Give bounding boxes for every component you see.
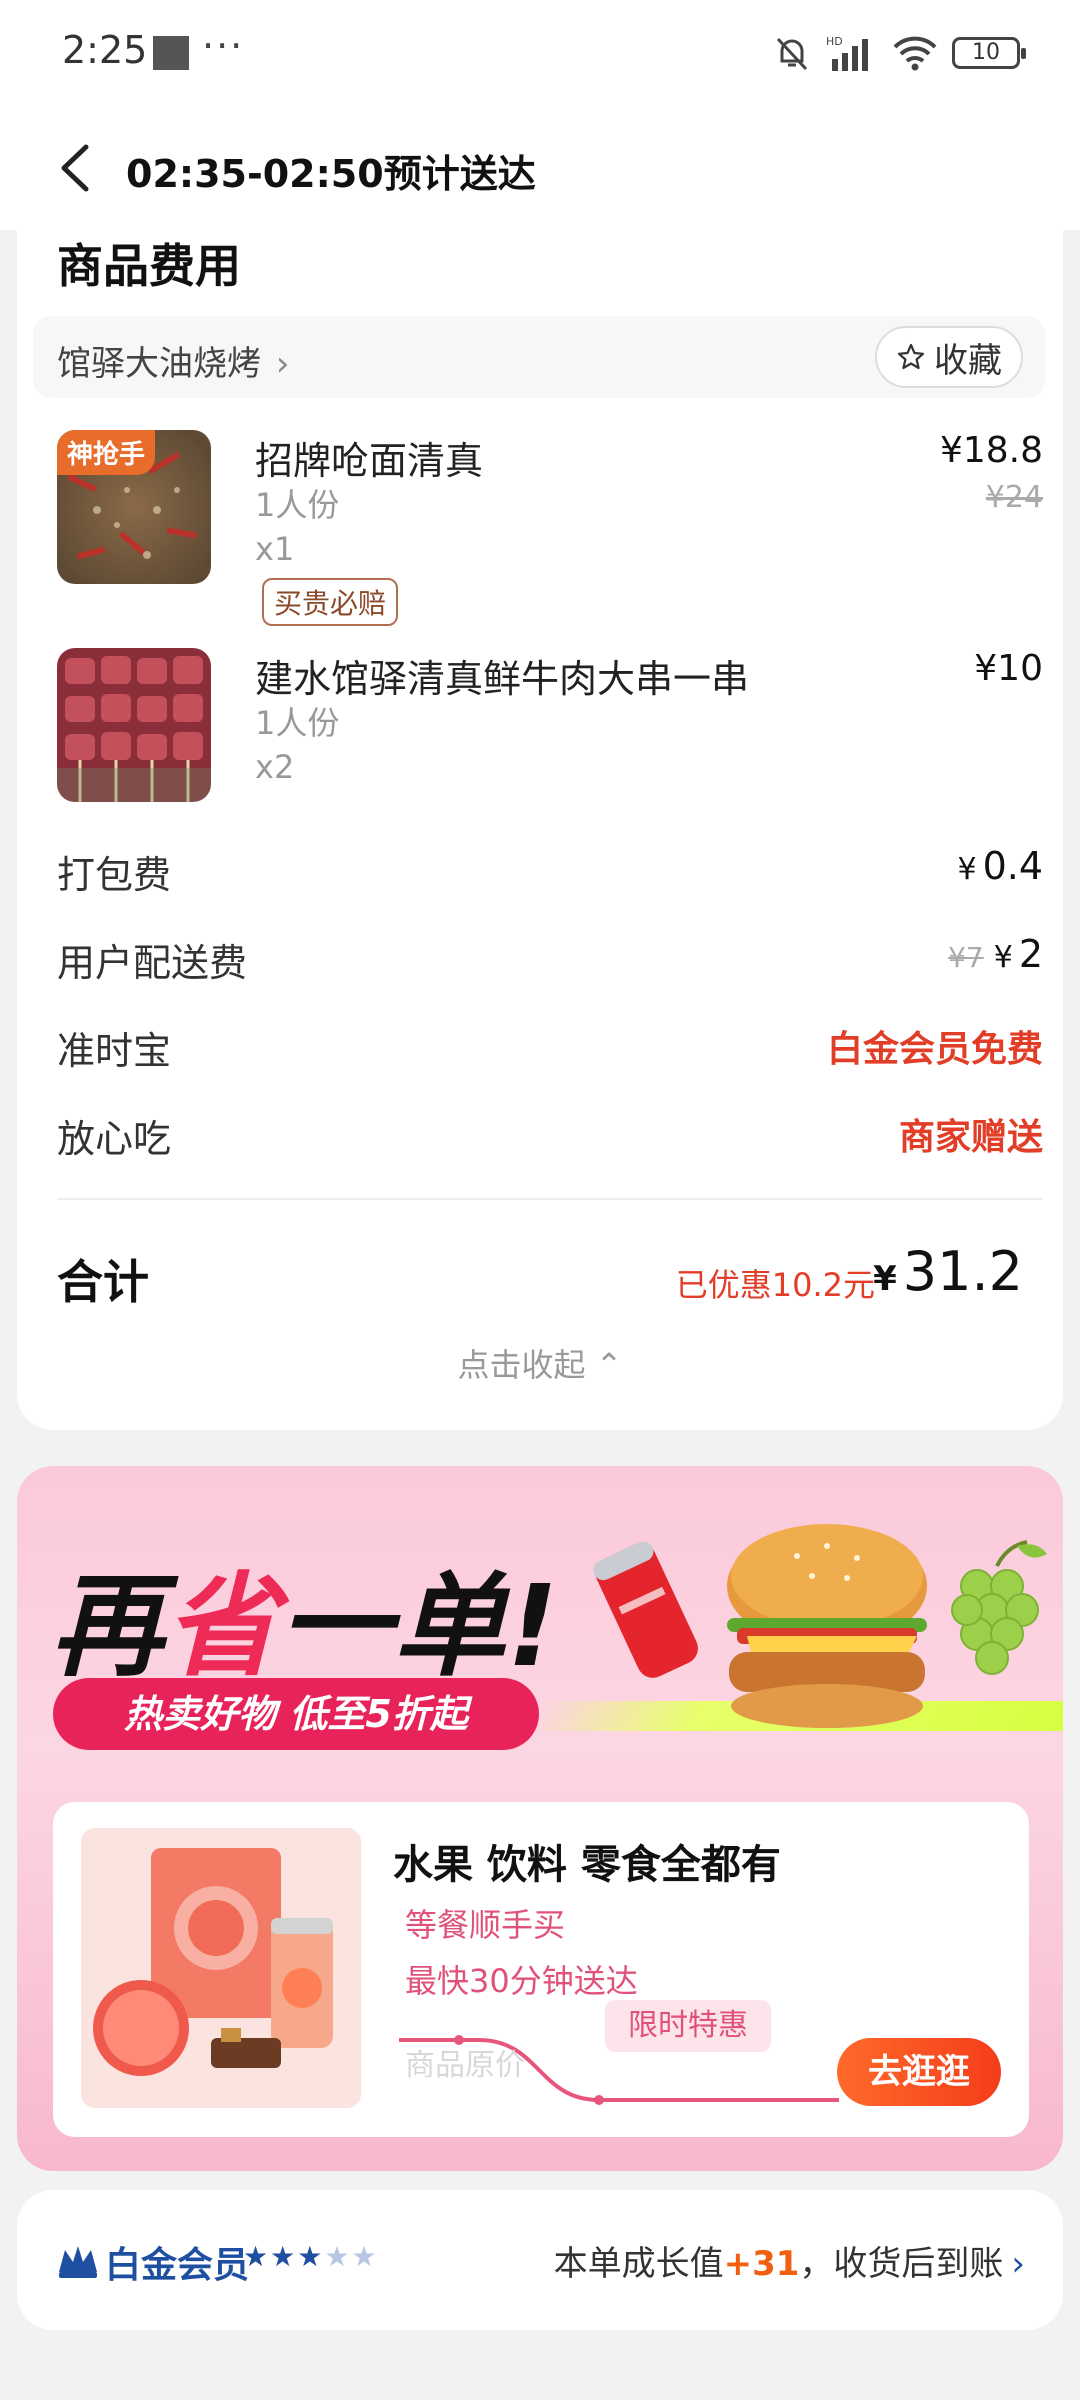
svg-text:HD: HD [826,35,843,48]
total-amount: ¥31.2 [873,1240,1023,1303]
member-level: 白金会员 [105,2245,250,2286]
order-item[interactable]: 建水馆驿清真鲜牛肉大串一串 1人份 x2 ¥10 [57,648,1043,808]
limited-offer-tag: 限时特惠 [605,2000,771,2052]
promo-card-subtitle-1: 等餐顺手买 [405,1906,566,1944]
favorite-button[interactable]: 收藏 [875,326,1023,388]
promo-banner[interactable]: 再省一单! 热卖好物 低至5折起 水果 饮料 零食全都有 等餐顺手买 最快30分… [17,1466,1063,2171]
member-card[interactable]: 白金会员 ★★★★★ 本单成长值+31，收货后到账 › [17,2190,1063,2330]
packing-fee-row: 打包费 ¥0.4 [57,844,1043,897]
back-arrow-icon[interactable] [52,141,102,195]
status-time: 2:25 [62,28,148,72]
wifi-icon [893,36,937,71]
item-quantity: x2 [255,748,295,786]
chevron-right-icon: › [275,344,290,384]
delivery-fee-row: 用户配送费 ¥7 ¥2 [57,932,1043,985]
page-title: 02:35-02:50预计送达 [126,152,536,196]
status-bar: 2:25 ··· HD 10 [0,0,1080,105]
item-portion: 1人份 [255,704,340,742]
order-item[interactable]: 神抢手 招牌呛面清真 1人份 x1 买贵必赔 ¥18.8 ¥24 [57,430,1043,630]
rush-tag: 神抢手 [57,430,156,475]
page-header: 02:35-02:50预计送达 [0,105,1080,230]
status-icons: HD 10 [772,30,1026,76]
item-name: 建水馆驿清真鲜牛肉大串一串 [255,657,750,701]
member-stars: ★★★★★ [243,2240,379,2273]
promo-card-subtitle-2: 最快30分钟送达 [405,1962,638,2000]
divider [57,1198,1043,1200]
section-title: 商品费用 [57,239,241,293]
discount-text: 已优惠10.2元 [675,1266,875,1304]
ontime-value: 白金会员免费 [826,1029,1043,1070]
promo-pill: 热卖好物 低至5折起 [53,1678,539,1750]
favorite-label: 收藏 [934,340,1002,381]
shop-bar: 馆驿大油烧烤 › 收藏 [33,316,1045,398]
item-name: 招牌呛面清真 [255,439,484,483]
member-crown-icon [59,2246,97,2278]
fee-card: 商品费用 馆驿大油烧烤 › 收藏 神抢手 招牌呛面清真 1人份 x1 买贵必赔 … [17,230,1063,1430]
price-guarantee-badge: 买贵必赔 [262,578,399,626]
shop-link[interactable]: 馆驿大油烧烤 › [57,336,289,385]
browse-button[interactable]: 去逛逛 [837,2038,1001,2106]
growth-info: 本单成长值+31，收货后到账 › [553,2244,1025,2284]
item-portion: 1人份 [255,486,340,524]
item-price: ¥10 [974,648,1043,689]
item-original-price: ¥24 [985,480,1043,515]
collapse-button[interactable]: 点击收起 ⌃ [17,1340,1063,1386]
chevron-right-icon: › [1011,2244,1025,2284]
original-price-label: 商品原价 [405,2048,525,2083]
star-outline-icon [897,343,925,370]
promo-card: 水果 饮料 零食全都有 等餐顺手买 最快30分钟送达 商品原价 限时特惠 去逛逛 [53,1802,1029,2137]
item-image: 神抢手 [57,430,211,584]
total-label: 合计 [57,1255,149,1309]
delivery-fee-value: ¥7 ¥2 [948,932,1043,976]
more-notifications-icon: ··· [202,24,245,68]
promo-headline: 再省一单! [51,1562,561,1692]
item-image [57,648,211,802]
mute-bell-icon [776,37,808,71]
promo-card-title: 水果 饮料 零食全都有 [393,1842,781,1888]
ontime-label: 准时宝 [57,1029,172,1073]
delivery-fee-label: 用户配送费 [57,941,248,985]
packing-fee-value: ¥0.4 [957,844,1043,888]
assured-value: 商家赠送 [898,1117,1043,1158]
assured-row: 放心吃 商家赠送 [57,1108,1043,1161]
signal-icon: HD [826,35,868,71]
battery-icon: 10 [952,37,1026,69]
ontime-row: 准时宝 白金会员免费 [57,1020,1043,1073]
item-quantity: x1 [255,530,295,568]
delivery-original-fee: ¥7 [948,941,984,974]
snacks-image [81,1828,361,2108]
shop-name: 馆驿大油烧烤 [57,344,261,384]
packing-fee-label: 打包费 [57,853,172,897]
burger-soda-grapes-illustration [593,1524,1047,1728]
notification-icon [153,36,189,70]
assured-label: 放心吃 [57,1117,172,1161]
item-price: ¥18.8 [939,430,1043,471]
